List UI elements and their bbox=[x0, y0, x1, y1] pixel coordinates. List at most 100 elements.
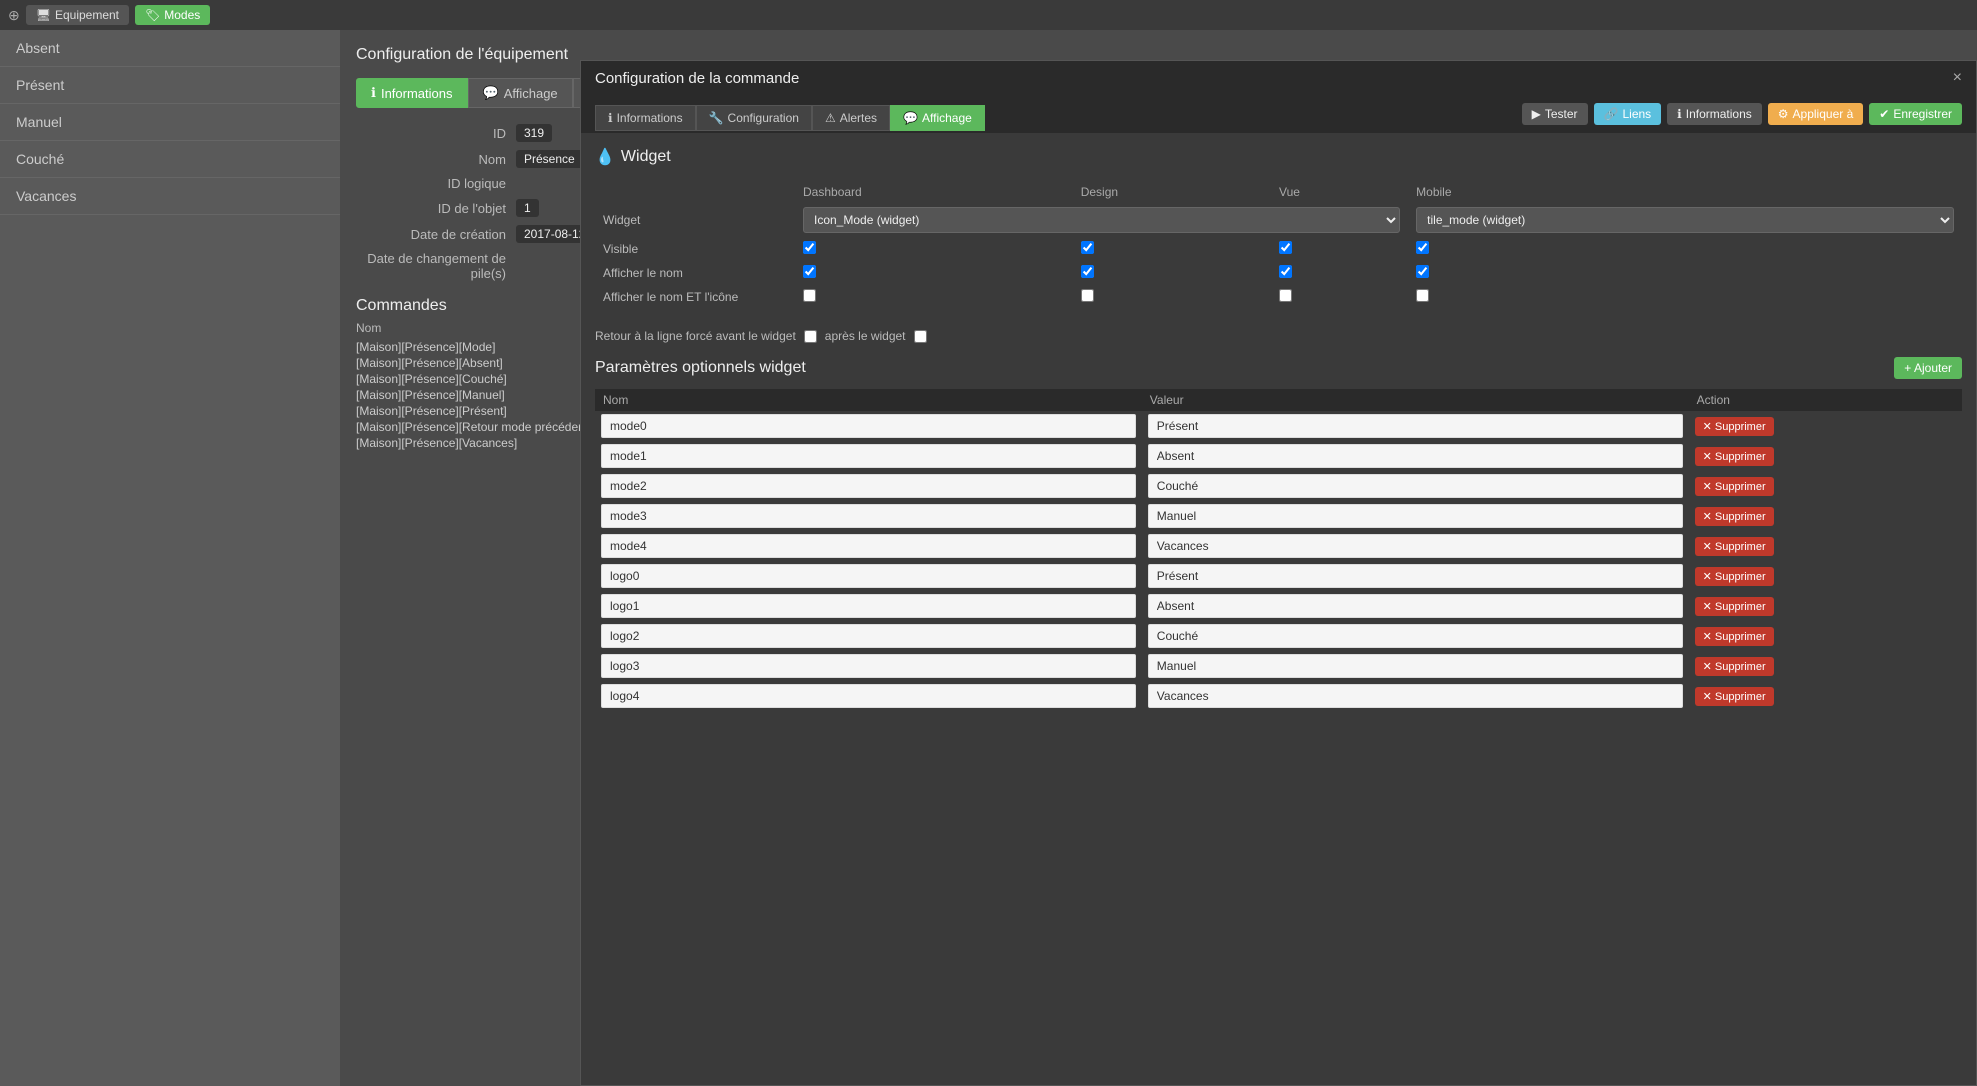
param-row-1: Supprimer bbox=[595, 441, 1962, 471]
params-col-valeur: Valeur bbox=[1142, 389, 1689, 411]
delete-param-button-8[interactable]: Supprimer bbox=[1695, 657, 1774, 676]
param-nom-input-1[interactable] bbox=[601, 444, 1136, 468]
tab-affichage[interactable]: 💬 Affichage bbox=[468, 78, 573, 108]
afficher-nom-mobile-checkbox[interactable] bbox=[1416, 265, 1429, 278]
opt-params-header: Paramètres optionnels widget + Ajouter bbox=[595, 357, 1962, 379]
cmd-tab-affichage[interactable]: 💬 Affichage bbox=[890, 105, 985, 131]
sidebar-item-manuel[interactable]: Manuel bbox=[0, 104, 340, 141]
param-row-5: Supprimer bbox=[595, 561, 1962, 591]
visible-mobile-checkbox[interactable] bbox=[1416, 241, 1429, 254]
afficher-nom-icone-design-checkbox[interactable] bbox=[1081, 289, 1094, 302]
cmd-tab-alertes[interactable]: ⚠ Alertes bbox=[812, 105, 890, 131]
add-param-button[interactable]: + Ajouter bbox=[1894, 357, 1962, 379]
param-valeur-input-3[interactable] bbox=[1148, 504, 1683, 528]
enregistrer-button[interactable]: ✔ Enregistrer bbox=[1869, 103, 1962, 125]
settings-icon: ⚙ bbox=[1778, 107, 1789, 121]
retour-avant-checkbox[interactable] bbox=[804, 330, 817, 343]
liens-button[interactable]: 🔗 Liens bbox=[1594, 103, 1662, 125]
nom-label: Nom bbox=[356, 152, 516, 167]
delete-param-button-1[interactable]: Supprimer bbox=[1695, 447, 1774, 466]
afficher-nom-design-checkbox[interactable] bbox=[1081, 265, 1094, 278]
afficher-nom-icone-vue-checkbox[interactable] bbox=[1279, 289, 1292, 302]
delete-param-button-4[interactable]: Supprimer bbox=[1695, 537, 1774, 556]
delete-param-button-0[interactable]: Supprimer bbox=[1695, 417, 1774, 436]
param-row-2: Supprimer bbox=[595, 471, 1962, 501]
sidebar-item-vacances[interactable]: Vacances bbox=[0, 178, 340, 215]
param-valeur-input-9[interactable] bbox=[1148, 684, 1683, 708]
delete-param-button-3[interactable]: Supprimer bbox=[1695, 507, 1774, 526]
server-icon: 🖥 bbox=[36, 8, 51, 22]
param-nom-input-9[interactable] bbox=[601, 684, 1136, 708]
afficher-nom-icone-mobile-checkbox[interactable] bbox=[1416, 289, 1429, 302]
widget-table: Dashboard Design Vue Mobile Widget Icon_… bbox=[595, 181, 1962, 309]
visible-design-checkbox[interactable] bbox=[1081, 241, 1094, 254]
cmd-modal-tab-bar: ℹ Informations 🔧 Configuration ⚠ Alertes… bbox=[581, 97, 999, 131]
sidebar-item-present[interactable]: Présent bbox=[0, 67, 340, 104]
cmd-tab-configuration[interactable]: 🔧 Configuration bbox=[696, 105, 812, 131]
save-icon: ✔ bbox=[1879, 107, 1889, 121]
cmd-modal-close-button[interactable]: × bbox=[1953, 69, 1962, 87]
id-objet-label: ID de l'objet bbox=[356, 201, 516, 216]
retour-label: Retour à la ligne forcé avant le widget bbox=[595, 329, 796, 343]
sidebar-item-absent[interactable]: Absent bbox=[0, 30, 340, 67]
param-valeur-input-7[interactable] bbox=[1148, 624, 1683, 648]
param-valeur-input-6[interactable] bbox=[1148, 594, 1683, 618]
visible-dashboard-checkbox[interactable] bbox=[803, 241, 816, 254]
link-icon: 🔗 bbox=[1604, 107, 1619, 121]
informations-button[interactable]: ℹ Informations bbox=[1667, 103, 1762, 125]
afficher-nom-icone-row: Afficher le nom ET l'icône bbox=[595, 285, 1962, 309]
tab-informations[interactable]: ℹ Informations bbox=[356, 78, 468, 108]
equipement-button[interactable]: 🖥 Equipement bbox=[26, 5, 129, 25]
visible-row: Visible bbox=[595, 237, 1962, 261]
param-valeur-input-0[interactable] bbox=[1148, 414, 1683, 438]
alert-icon: ⚠ bbox=[825, 111, 836, 125]
wt-col-mobile: Mobile bbox=[1408, 181, 1962, 203]
delete-param-button-5[interactable]: Supprimer bbox=[1695, 567, 1774, 586]
home-icon: ⊕ bbox=[8, 7, 20, 24]
mobile-widget-select[interactable]: tile_mode (widget) bbox=[1416, 207, 1954, 233]
afficher-nom-icone-label: Afficher le nom ET l'icône bbox=[595, 285, 795, 309]
param-nom-input-3[interactable] bbox=[601, 504, 1136, 528]
afficher-nom-vue-checkbox[interactable] bbox=[1279, 265, 1292, 278]
modes-button[interactable]: 🏷 Modes bbox=[135, 5, 210, 25]
afficher-nom-icone-dashboard-checkbox[interactable] bbox=[803, 289, 816, 302]
sidebar-item-couche[interactable]: Couché bbox=[0, 141, 340, 178]
param-valeur-input-2[interactable] bbox=[1148, 474, 1683, 498]
retour-apres-checkbox[interactable] bbox=[914, 330, 927, 343]
param-row-4: Supprimer bbox=[595, 531, 1962, 561]
cmd-modal-body: 💧 Widget Dashboard Design Vue Mobile Wid… bbox=[581, 133, 1976, 1085]
param-valeur-input-1[interactable] bbox=[1148, 444, 1683, 468]
dashboard-widget-select[interactable]: Icon_Mode (widget) bbox=[803, 207, 1400, 233]
widget-section-title: 💧 Widget bbox=[595, 147, 1962, 167]
appliquer-button[interactable]: ⚙ Appliquer à bbox=[1768, 103, 1863, 125]
param-nom-input-0[interactable] bbox=[601, 414, 1136, 438]
delete-param-button-9[interactable]: Supprimer bbox=[1695, 687, 1774, 706]
param-valeur-input-5[interactable] bbox=[1148, 564, 1683, 588]
mobile-select-cell: tile_mode (widget) bbox=[1408, 203, 1962, 237]
delete-param-button-7[interactable]: Supprimer bbox=[1695, 627, 1774, 646]
afficher-nom-row: Afficher le nom bbox=[595, 261, 1962, 285]
param-nom-input-7[interactable] bbox=[601, 624, 1136, 648]
param-nom-input-8[interactable] bbox=[601, 654, 1136, 678]
play-icon: ▶ bbox=[1532, 107, 1541, 121]
wrench-icon: 🔧 bbox=[709, 111, 724, 125]
param-valeur-input-8[interactable] bbox=[1148, 654, 1683, 678]
cmd-tab-informations[interactable]: ℹ Informations bbox=[595, 105, 696, 131]
afficher-nom-dashboard-checkbox[interactable] bbox=[803, 265, 816, 278]
param-nom-input-4[interactable] bbox=[601, 534, 1136, 558]
sidebar: Absent Présent Manuel Couché Vacances bbox=[0, 30, 340, 1086]
param-nom-input-2[interactable] bbox=[601, 474, 1136, 498]
param-valeur-input-4[interactable] bbox=[1148, 534, 1683, 558]
delete-param-button-2[interactable]: Supprimer bbox=[1695, 477, 1774, 496]
tag-icon: 🏷 bbox=[145, 8, 160, 22]
info-icon2: ℹ bbox=[1677, 107, 1682, 121]
param-nom-input-5[interactable] bbox=[601, 564, 1136, 588]
display-icon: 💬 bbox=[903, 111, 918, 125]
param-nom-input-6[interactable] bbox=[601, 594, 1136, 618]
tester-button[interactable]: ▶ Tester bbox=[1522, 103, 1588, 125]
cmd-modal-header: Configuration de la commande × bbox=[581, 61, 1976, 95]
delete-param-button-6[interactable]: Supprimer bbox=[1695, 597, 1774, 616]
nom-value: Présence bbox=[516, 150, 583, 168]
cmd-modal-title: Configuration de la commande bbox=[595, 70, 799, 87]
visible-vue-checkbox[interactable] bbox=[1279, 241, 1292, 254]
